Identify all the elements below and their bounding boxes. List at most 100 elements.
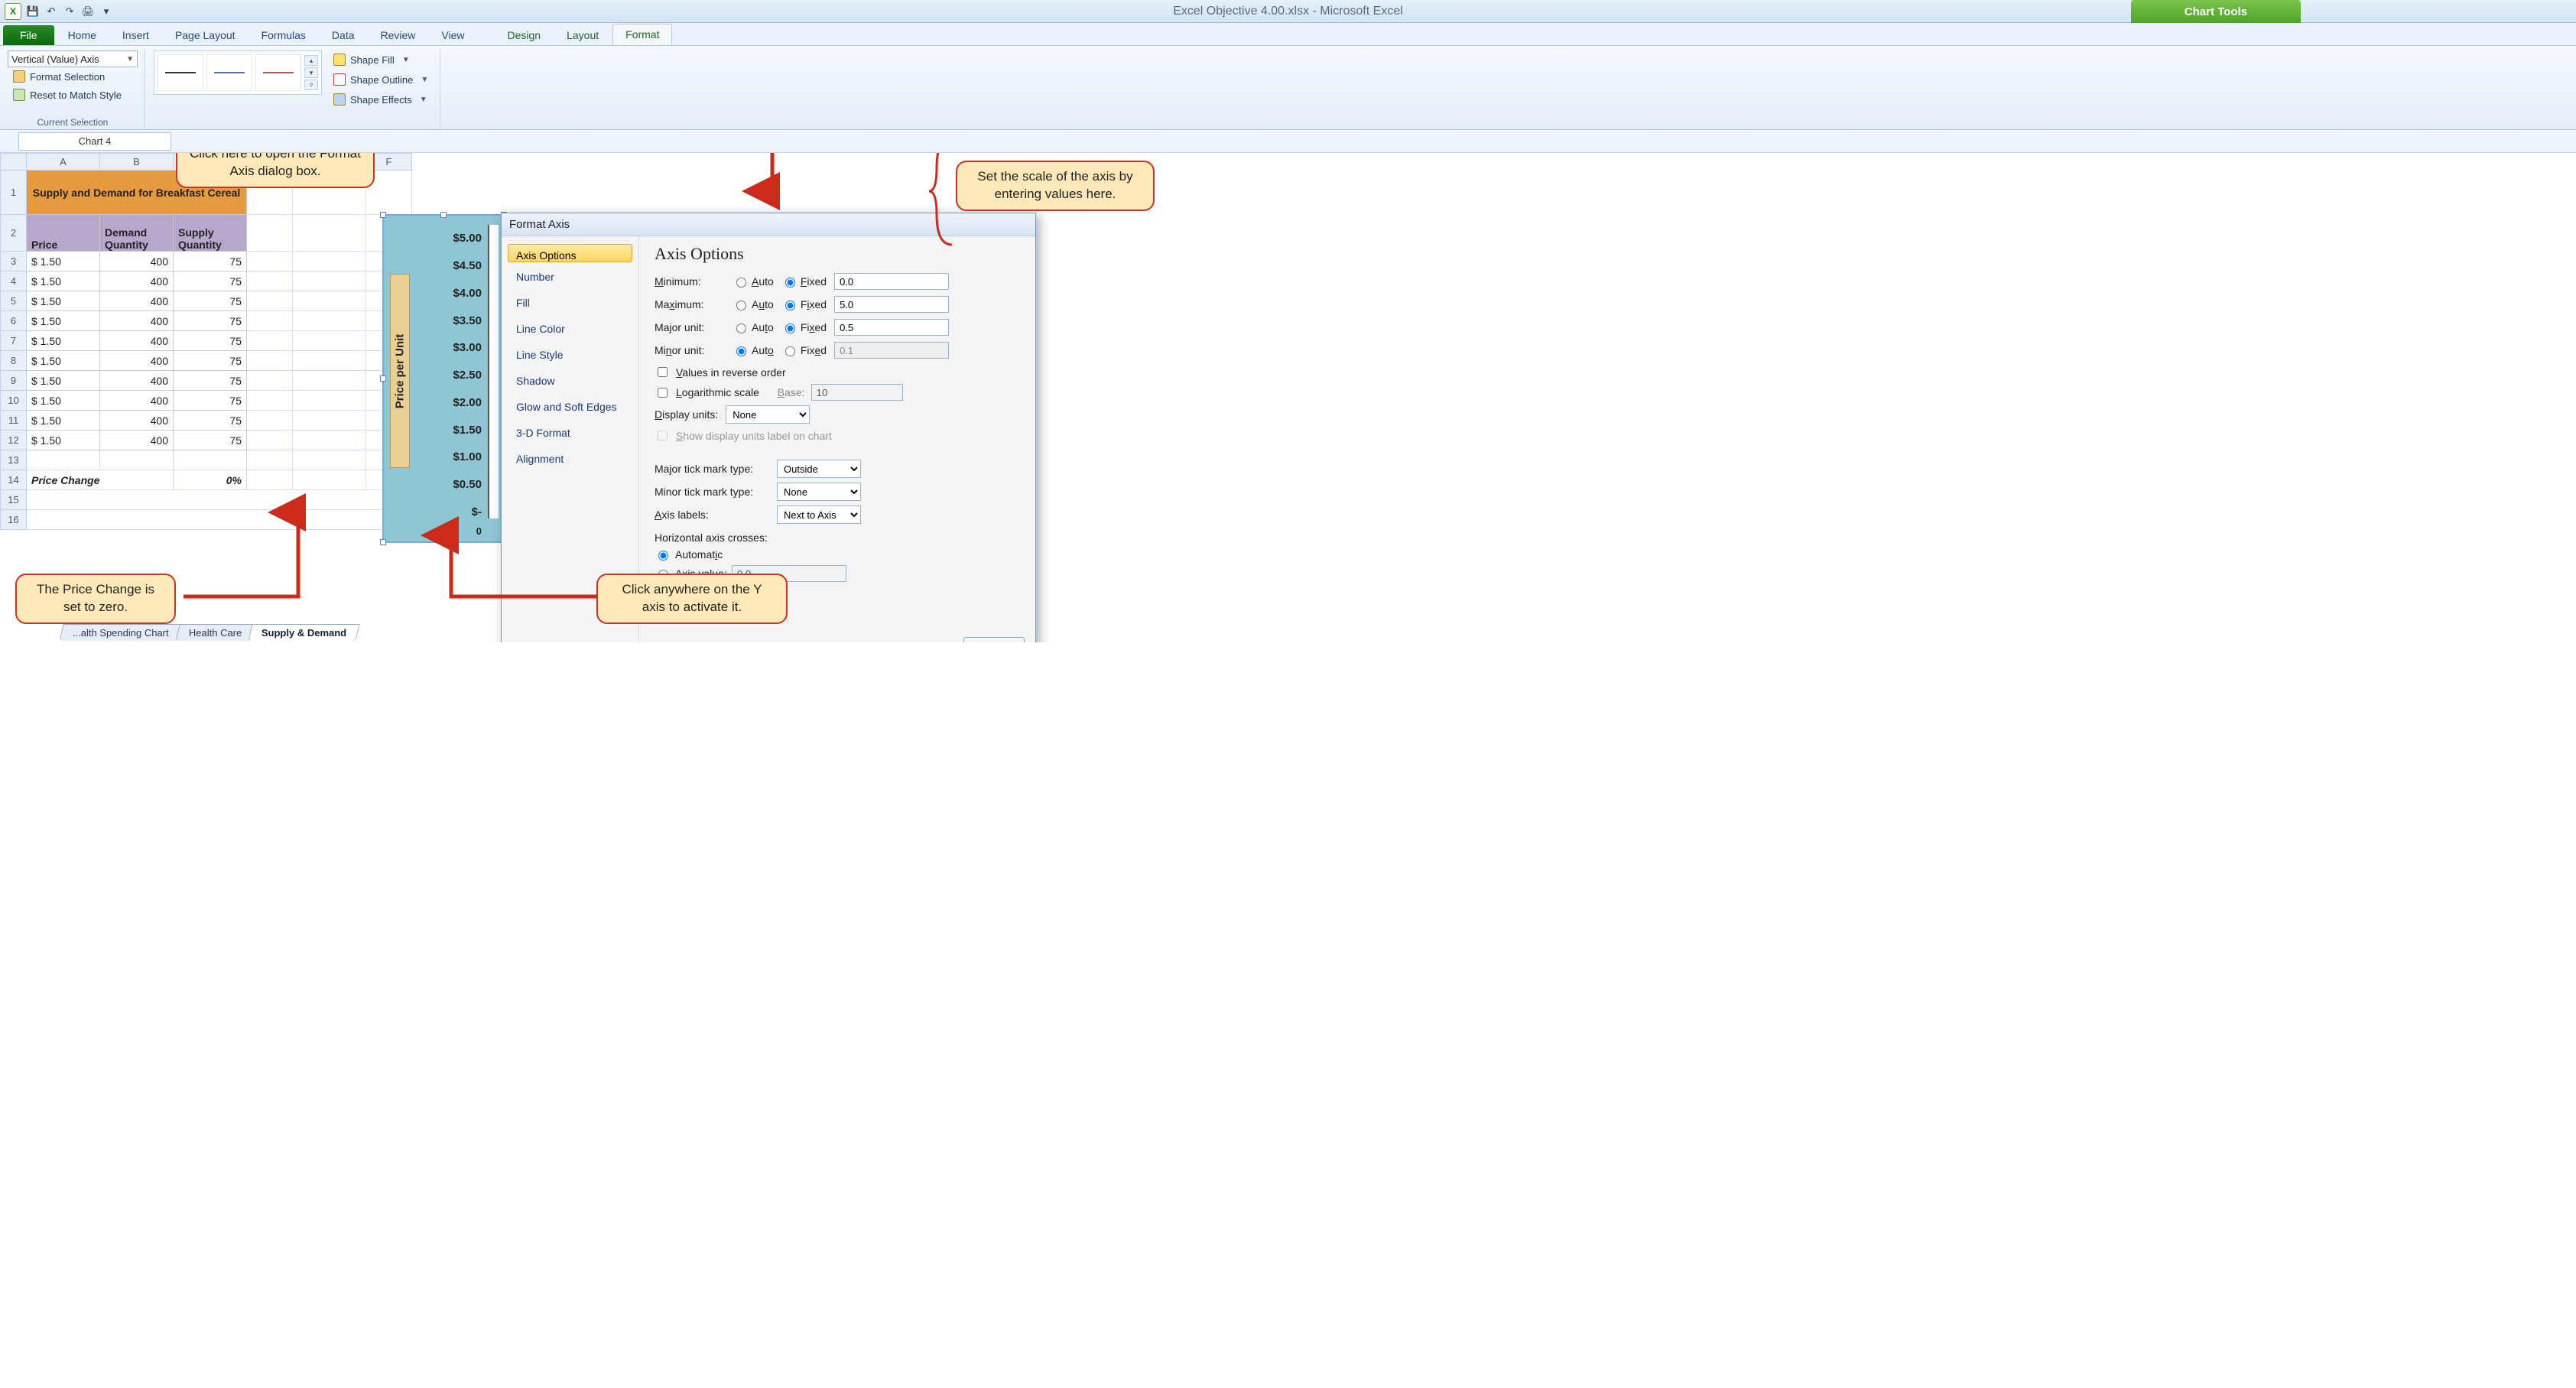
row-header[interactable]: 7 [1,331,27,351]
row-header[interactable]: 14 [1,470,27,490]
sheet-tab-active[interactable]: Supply & Demand [248,624,360,641]
cell-price[interactable]: $ 1.50 [27,411,100,431]
reverse-checkbox[interactable] [658,367,668,377]
cell-supply[interactable]: 75 [174,411,247,431]
cell-demand[interactable]: 400 [100,411,174,431]
nav-line-style[interactable]: Line Style [508,343,632,366]
row-header[interactable]: 10 [1,391,27,411]
cell-supply[interactable]: 75 [174,331,247,351]
cell-demand[interactable]: 400 [100,331,174,351]
tab-page-layout[interactable]: Page Layout [163,25,248,45]
header-price[interactable]: Price [27,215,100,252]
cell-price[interactable]: $ 1.50 [27,252,100,271]
style-item[interactable] [158,54,203,91]
crosses-automatic-radio[interactable]: Automatic [655,548,1023,561]
print-icon[interactable]: 🖨 [81,5,95,18]
row-header[interactable]: 9 [1,371,27,391]
row-header[interactable]: 11 [1,411,27,431]
nav-shadow[interactable]: Shadow [508,369,632,392]
major-tick-select[interactable]: Outside [777,460,861,478]
chart-plot-area[interactable]: Price per Unit $5.00$4.50$4.00$3.50$3.00… [388,220,499,537]
tab-layout[interactable]: Layout [554,25,611,45]
resize-handle[interactable] [380,539,386,545]
dialog-title[interactable]: Format Axis [502,213,1035,236]
cell-supply[interactable]: 75 [174,271,247,291]
undo-icon[interactable]: ↶ [44,5,58,18]
resize-handle[interactable] [440,539,447,545]
style-item[interactable] [206,54,252,91]
major-fixed-radio[interactable]: Fixed [781,321,827,333]
cell-demand[interactable]: 400 [100,351,174,371]
cell-demand[interactable]: 400 [100,252,174,271]
cell-price[interactable]: $ 1.50 [27,431,100,450]
cell-demand[interactable]: 400 [100,311,174,331]
nav-alignment[interactable]: Alignment [508,447,632,470]
nav-fill[interactable]: Fill [508,291,632,314]
minor-fixed-radio[interactable]: Fixed [781,344,827,356]
cell-price[interactable]: $ 1.50 [27,271,100,291]
shape-style-gallery[interactable]: ▴▾▿ [154,50,322,95]
col-header[interactable]: A [27,154,100,171]
minimum-input[interactable] [834,273,949,290]
shape-effects-button[interactable]: Shape Effects▼ [328,90,434,109]
header-demand[interactable]: Demand Quantity [100,215,174,252]
cell-demand[interactable]: 400 [100,431,174,450]
cell-supply[interactable]: 75 [174,291,247,311]
price-change-label[interactable]: Price Change [27,470,174,490]
resize-handle[interactable] [380,212,386,218]
tab-file[interactable]: File [3,25,54,45]
minor-tick-select[interactable]: None [777,483,861,501]
col-header[interactable]: B [100,154,174,171]
tab-review[interactable]: Review [369,25,428,45]
cell-demand[interactable]: 400 [100,271,174,291]
log-checkbox[interactable] [658,388,668,398]
row-header[interactable]: 4 [1,271,27,291]
minimum-fixed-radio[interactable]: Fixed [781,275,827,288]
cell-supply[interactable]: 75 [174,371,247,391]
tab-home[interactable]: Home [56,25,109,45]
axis-labels-select[interactable]: Next to Axis [777,505,861,524]
row-header[interactable]: 13 [1,450,27,470]
save-icon[interactable]: 💾 [26,5,40,18]
row-header[interactable]: 1 [1,171,27,215]
style-item[interactable] [255,54,301,91]
nav-line-color[interactable]: Line Color [508,317,632,340]
resize-handle[interactable] [380,375,386,382]
worksheet-grid[interactable]: A B C D E F 1 Supply and Demand for Brea… [0,153,412,530]
close-button[interactable]: Close [963,637,1025,642]
tab-data[interactable]: Data [320,25,367,45]
minor-auto-radio[interactable]: Auto [733,344,774,356]
chart-element-selector[interactable]: Vertical (Value) Axis ▼ [8,50,138,67]
major-auto-radio[interactable]: Auto [733,321,774,333]
cell-price[interactable]: $ 1.50 [27,291,100,311]
format-selection-button[interactable]: Format Selection [8,67,138,86]
y-axis[interactable]: $5.00$4.50$4.00$3.50$3.00$2.50$2.00$1.50… [413,220,488,537]
sheet-tab[interactable]: ...alth Spending Chart [59,624,182,641]
row-header[interactable]: 3 [1,252,27,271]
tab-format[interactable]: Format [612,24,672,45]
maximum-fixed-radio[interactable]: Fixed [781,298,827,310]
sheet-tab[interactable]: Health Care [175,624,255,641]
maximum-auto-radio[interactable]: Auto [733,298,774,310]
nav-number[interactable]: Number [508,265,632,288]
header-supply[interactable]: Supply Quantity [174,215,247,252]
reset-to-match-style-button[interactable]: Reset to Match Style [8,86,138,104]
row-header[interactable]: 6 [1,311,27,331]
cell-supply[interactable]: 75 [174,391,247,411]
price-change-value[interactable]: 0% [174,470,247,490]
row-header[interactable]: 5 [1,291,27,311]
major-unit-input[interactable] [834,319,949,336]
cell-supply[interactable]: 75 [174,252,247,271]
embedded-chart[interactable]: Price per Unit $5.00$4.50$4.00$3.50$3.00… [382,214,505,543]
name-box[interactable]: Chart 4 [18,132,171,151]
cell-supply[interactable]: 75 [174,351,247,371]
row-header[interactable]: 2 [1,215,27,252]
tab-view[interactable]: View [429,25,476,45]
gallery-scroll[interactable]: ▴▾▿ [304,55,318,90]
nav-axis-options[interactable]: Axis Options [508,244,632,262]
tab-insert[interactable]: Insert [110,25,161,45]
cell-supply[interactable]: 75 [174,431,247,450]
cell-price[interactable]: $ 1.50 [27,331,100,351]
nav-3d[interactable]: 3-D Format [508,421,632,444]
nav-glow[interactable]: Glow and Soft Edges [508,395,632,418]
